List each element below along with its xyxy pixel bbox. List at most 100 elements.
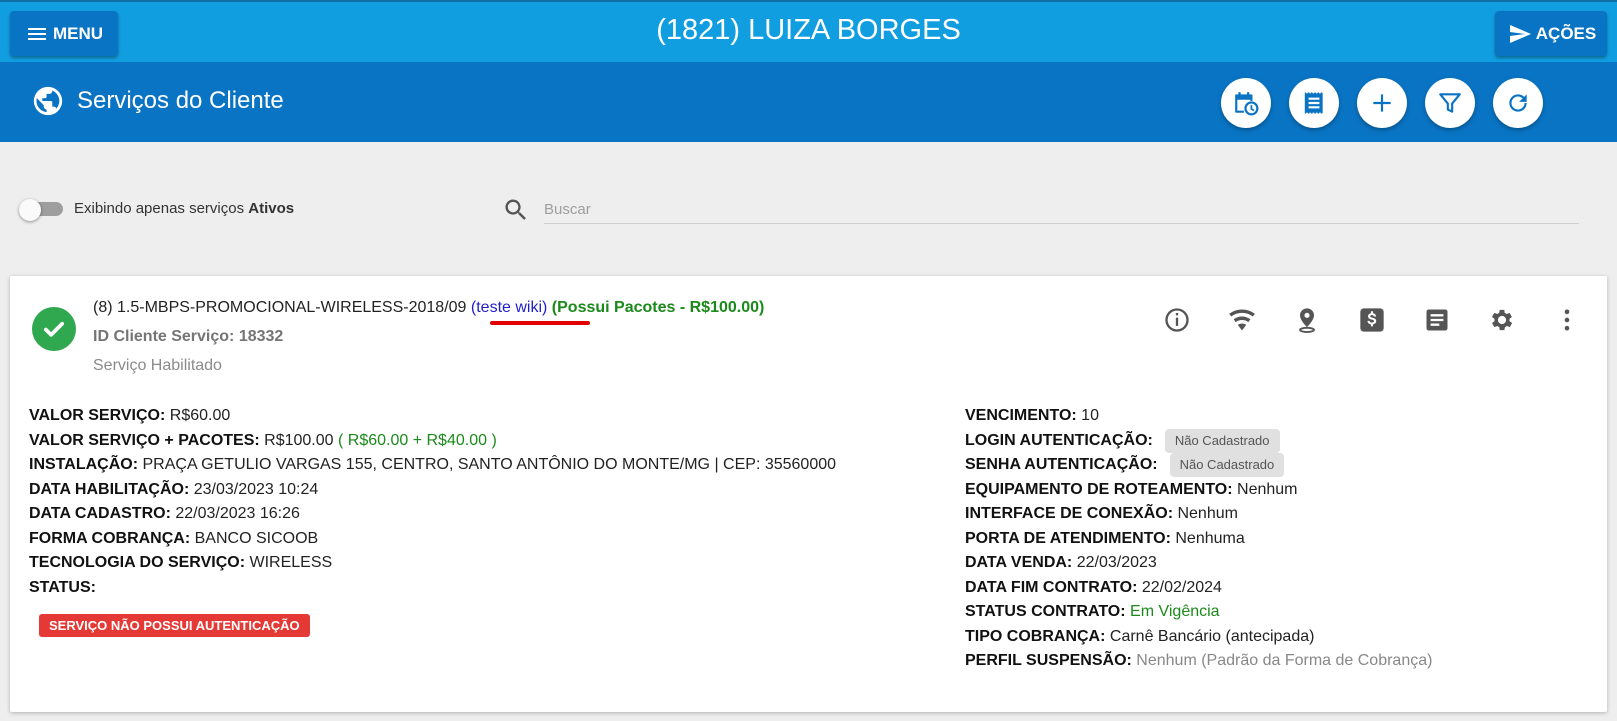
instalacao-label: INSTALAÇÃO: [29, 456, 139, 473]
porta-label: PORTA DE ATENDIMENTO: [965, 529, 1171, 547]
forma-cobranca-row: FORMA COBRANÇA: BANCO SICOOB [29, 527, 836, 552]
receipt-icon [1304, 92, 1323, 114]
vencimento-row: VENCIMENTO: 10 [965, 404, 1432, 429]
more-button[interactable] [1553, 306, 1581, 334]
perfil-row: PERFIL SUSPENSÃO: Nenhum (Padrão da Form… [965, 649, 1432, 674]
equipamento-row: EQUIPAMENTO DE ROTEAMENTO: Nenhum [965, 478, 1432, 503]
valor-pacotes-value: R$100.00 [264, 431, 334, 449]
tecnologia-label: TECNOLOGIA DO SERVIÇO: [29, 554, 246, 571]
data-venda-row: DATA VENDA: 22/03/2023 [965, 551, 1432, 576]
instalacao-row: INSTALAÇÃO: PRAÇA GETULIO VARGAS 155, CE… [29, 453, 836, 478]
status-contrato-label: STATUS CONTRATO: [965, 603, 1126, 621]
service-id-value: 18332 [238, 328, 284, 345]
service-id: ID Cliente Serviço: 18332 [93, 328, 283, 346]
service-details-left: VALOR SERVIÇO: R$60.00 VALOR SERVIÇO + P… [29, 404, 836, 600]
add-button[interactable] [1357, 78, 1407, 128]
data-cadastro-value: 22/03/2023 16:26 [175, 505, 300, 522]
filter-icon [1439, 93, 1461, 113]
service-actions [1163, 306, 1581, 334]
equipamento-label: EQUIPAMENTO DE ROTEAMENTO: [965, 480, 1233, 498]
data-cadastro-label: DATA CADASTRO: [29, 505, 171, 522]
send-icon [1509, 24, 1531, 43]
login-row: LOGIN AUTENTICAÇÃO: Não Cadastrado [965, 428, 1432, 454]
settings-button[interactable] [1488, 306, 1516, 334]
interface-row: INTERFACE DE CONEXÃO: Nenhum [965, 502, 1432, 527]
status-contrato-row: STATUS CONTRATO: Em Vigência [965, 600, 1432, 625]
status-label: STATUS: [29, 578, 96, 596]
receipt-button[interactable] [1289, 78, 1339, 128]
active-filter-bold: Ativos [248, 200, 295, 217]
service-card: (8) 1.5-MBPS-PROMOCIONAL-WIRELESS-2018/0… [10, 276, 1607, 712]
porta-value: Nenhuma [1175, 529, 1245, 547]
top-bar: MENU (1821) LUIZA BORGES AÇÕES [0, 0, 1617, 62]
acoes-button[interactable]: AÇÕES [1495, 11, 1607, 56]
globe-icon [33, 86, 63, 116]
data-venda-label: DATA VENDA: [965, 554, 1073, 572]
service-details-right: VENCIMENTO: 10 LOGIN AUTENTICAÇÃO: Não Ca… [965, 404, 1432, 674]
tipo-cobranca-label: TIPO COBRANÇA: [965, 627, 1106, 645]
tecnologia-value: WIRELESS [249, 554, 333, 571]
billing-button[interactable] [1358, 306, 1386, 334]
forma-cobranca-label: FORMA COBRANÇA: [29, 529, 191, 547]
refresh-button[interactable] [1493, 78, 1543, 128]
data-fim-row: DATA FIM CONTRATO: 22/02/2024 [965, 576, 1432, 601]
add-icon [1373, 94, 1391, 112]
valor-pacotes-label: VALOR SERVIÇO + PACOTES: [29, 431, 260, 449]
info-button[interactable] [1163, 306, 1191, 334]
location-icon [1299, 308, 1315, 333]
data-fim-value: 22/02/2024 [1141, 578, 1222, 596]
notes-icon [1426, 309, 1448, 331]
service-name: (8) 1.5-MBPS-PROMOCIONAL-WIRELESS-2018/0… [93, 299, 467, 316]
billing-icon [1360, 308, 1384, 332]
wifi-button[interactable] [1228, 306, 1256, 334]
perfil-label: PERFIL SUSPENSÃO: [965, 652, 1132, 670]
settings-icon [1491, 309, 1513, 331]
data-venda-value: 22/03/2023 [1076, 554, 1157, 572]
active-only-toggle[interactable] [19, 199, 63, 221]
history-button[interactable] [1221, 78, 1271, 128]
tecnologia-row: TECNOLOGIA DO SERVIÇO: WIRELESS [29, 551, 836, 576]
senha-chip: Não Cadastrado [1169, 453, 1285, 478]
active-filter-prefix: Exibindo apenas serviços [74, 200, 249, 217]
data-cadastro-row: DATA CADASTRO: 22/03/2023 16:26 [29, 502, 836, 527]
service-active-badge [32, 307, 76, 351]
vencimento-label: VENCIMENTO: [965, 407, 1077, 424]
wiki-link[interactable]: (teste wiki) [471, 299, 547, 316]
interface-label: INTERFACE DE CONEXÃO: [965, 505, 1174, 523]
service-id-label: ID Cliente Serviço: [93, 328, 235, 345]
section-title: Serviços do Cliente [77, 87, 284, 114]
service-title-line: (8) 1.5-MBPS-PROMOCIONAL-WIRELESS-2018/0… [93, 299, 764, 317]
forma-cobranca-value: BANCO SICOOB [194, 529, 319, 547]
senha-label: SENHA AUTENTICAÇÃO: [965, 456, 1158, 474]
filter-button[interactable] [1425, 78, 1475, 128]
login-chip: Não Cadastrado [1164, 428, 1280, 453]
red-annotation-underline [490, 321, 590, 325]
auth-status-badge: SERVIÇO NÃO POSSUI AUTENTICAÇÃO [39, 614, 310, 637]
section-header: Serviços do Cliente [0, 62, 1617, 142]
pacotes-info: (Possui Pacotes - R$100.00) [551, 299, 765, 316]
valor-pacotes-detail: ( R$60.00 + R$40.00 ) [338, 431, 497, 449]
vencimento-value: 10 [1081, 407, 1099, 424]
status-row: STATUS: [29, 576, 836, 601]
more-icon [1564, 309, 1570, 331]
search-input[interactable] [544, 196, 1579, 224]
data-fim-label: DATA FIM CONTRATO: [965, 578, 1138, 596]
service-status-text: Serviço Habilitado [93, 357, 222, 374]
equipamento-value: Nenhum [1237, 480, 1298, 498]
refresh-icon [1509, 94, 1527, 112]
toggle-knob [19, 199, 41, 221]
porta-row: PORTA DE ATENDIMENTO: Nenhuma [965, 527, 1432, 552]
acoes-label: AÇÕES [1535, 23, 1597, 43]
tipo-cobranca-row: TIPO COBRANÇA: Carnê Bancário (antecipad… [965, 625, 1432, 650]
wifi-icon [1229, 309, 1255, 331]
check-icon [43, 321, 65, 337]
senha-row: SENHA AUTENTICAÇÃO: Não Cadastrado [965, 453, 1432, 478]
valor-servico-value: R$60.00 [169, 407, 231, 424]
location-button[interactable] [1293, 306, 1321, 334]
search-icon [505, 199, 526, 220]
notes-button[interactable] [1423, 306, 1451, 334]
data-habilitacao-value: 23/03/2023 10:24 [193, 480, 319, 498]
client-title: (1821) LUIZA BORGES [656, 14, 961, 46]
instalacao-value: PRAÇA GETULIO VARGAS 155, CENTRO, SANTO … [142, 456, 837, 473]
data-habilitacao-label: DATA HABILITAÇÃO: [29, 480, 190, 498]
